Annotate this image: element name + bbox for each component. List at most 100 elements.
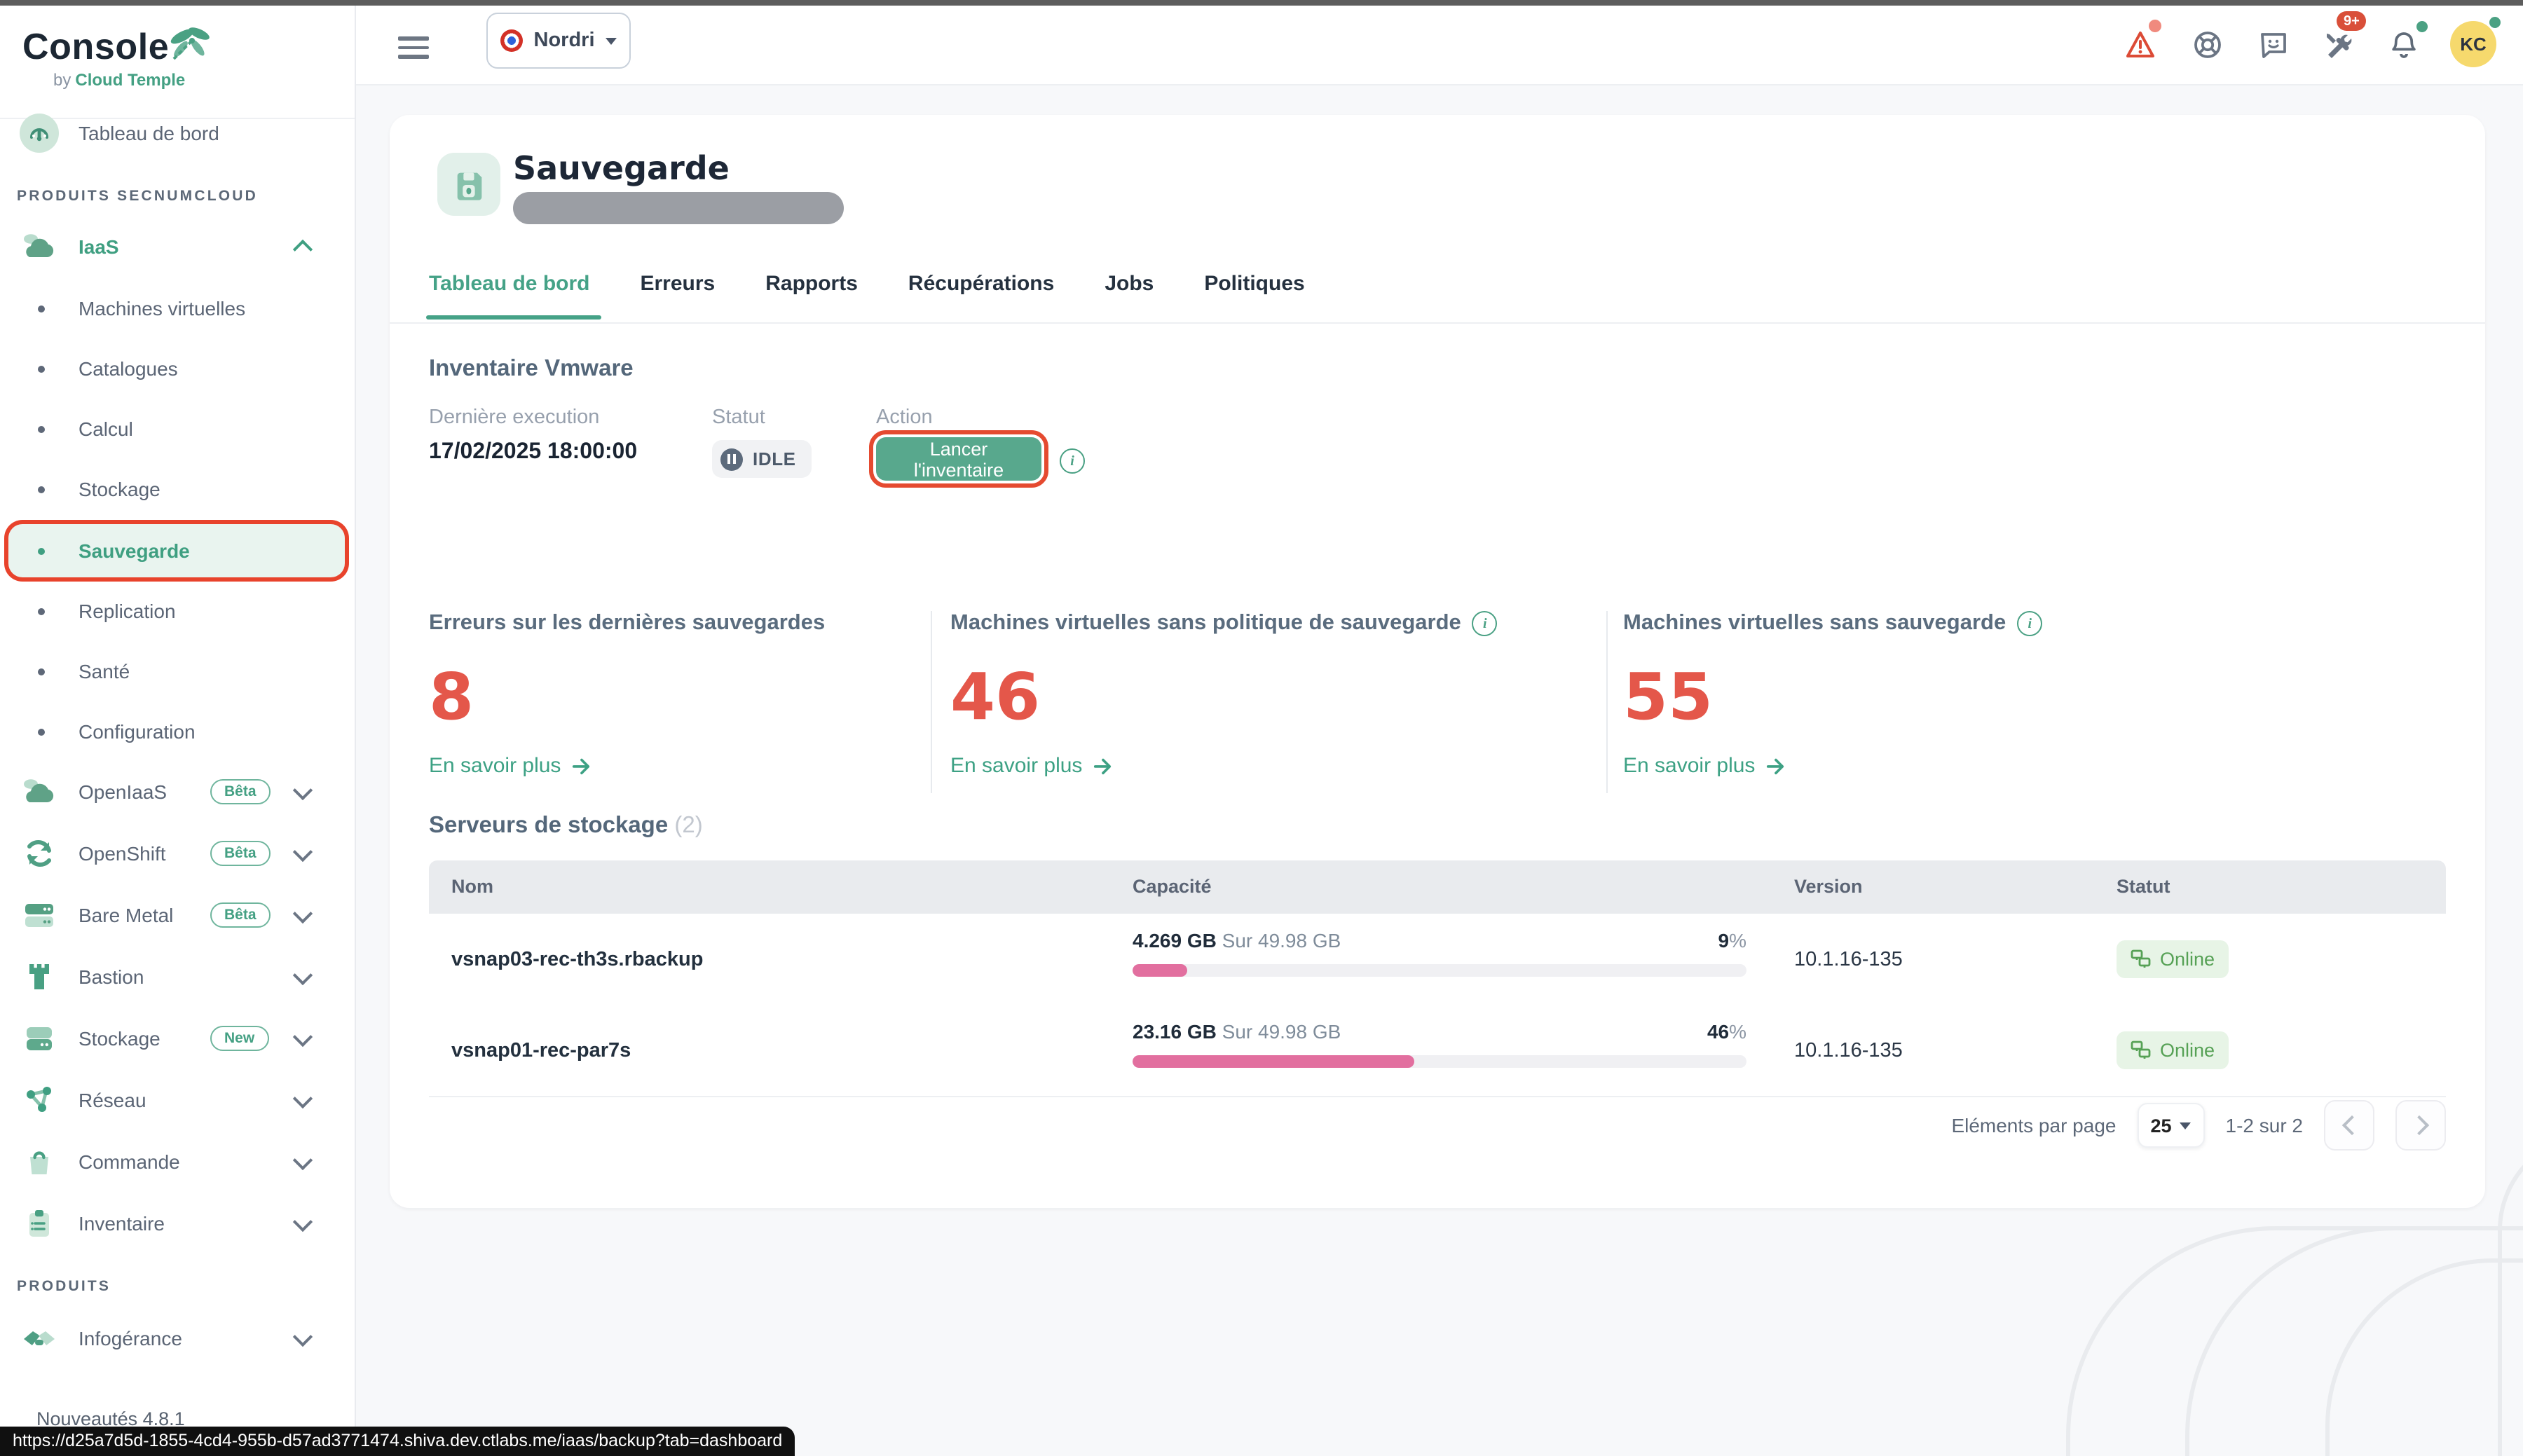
sidebar-item-label: Infogérance	[78, 1327, 182, 1349]
brand-logo[interactable]: Console byCloud Temple	[0, 6, 355, 119]
pagination: Eléments par page 25 1-2 sur 2	[1951, 1101, 2446, 1149]
capacity-total: Sur 49.98 GB	[1222, 929, 1341, 952]
window-top-strip	[0, 0, 2523, 6]
sidebar-item-openiaas[interactable]: OpenIaaS Bêta	[0, 767, 355, 817]
sidebar-item-sante[interactable]: Santé	[0, 646, 355, 696]
notifications-badge-dot	[2416, 21, 2428, 32]
page-icon-tile	[437, 153, 500, 216]
beta-badge: Bêta	[210, 902, 271, 928]
tools-icon[interactable]	[2321, 28, 2355, 62]
chevron-down-icon[interactable]	[293, 1326, 313, 1346]
sidebar-item-label: Bastion	[78, 966, 144, 988]
sidebar-item-stockage-iaas[interactable]: Stockage	[0, 464, 355, 514]
server-name: vsnap01-rec-par7s	[451, 1005, 631, 1096]
launch-inventory-button[interactable]: Lancer l'inventaire	[876, 437, 1041, 481]
tab-rapports[interactable]: Rapports	[765, 272, 858, 320]
chevron-up-icon[interactable]	[293, 240, 313, 259]
sidebar-item-stockage[interactable]: Stockage New	[0, 1013, 355, 1064]
tenant-flag-icon	[500, 29, 523, 52]
new-badge: New	[210, 1026, 268, 1051]
notifications-bell-icon[interactable]	[2387, 28, 2421, 62]
monitors-icon	[2131, 1040, 2152, 1061]
tools-count-badge: 9+	[2337, 11, 2367, 31]
status-online-label: Online	[2160, 1040, 2215, 1061]
brand-company: Cloud Temple	[75, 70, 185, 90]
inventory-heading: Inventaire Vmware	[429, 356, 634, 383]
chevron-right-icon	[2409, 1115, 2428, 1135]
next-page-button[interactable]	[2395, 1100, 2446, 1151]
bullet-icon	[38, 305, 45, 312]
tab-recuperations[interactable]: Récupérations	[908, 272, 1054, 320]
learn-more-label: En savoir plus	[1623, 754, 1755, 778]
tab-tableau-de-bord[interactable]: Tableau de bord	[429, 272, 589, 320]
chevron-down-icon[interactable]	[293, 903, 313, 923]
sidebar-item-dashboard[interactable]: Tableau de bord	[0, 108, 355, 158]
info-icon[interactable]: i	[1472, 611, 1498, 636]
brand-name: Console	[22, 25, 169, 69]
help-lifebuoy-icon[interactable]	[2191, 28, 2224, 62]
sidebar-item-replication[interactable]: Replication	[0, 586, 355, 636]
chevron-down-icon[interactable]	[293, 842, 313, 861]
alerts-warning-icon[interactable]	[2124, 28, 2157, 62]
capacity-percent: 46%	[1707, 1020, 1746, 1043]
sidebar-item-openshift[interactable]: OpenShift Bêta	[0, 828, 355, 879]
bullet-icon	[38, 668, 45, 675]
sidebar-item-label: OpenShift	[78, 842, 166, 865]
sidebar-section-secnumcloud: PRODUITS SECNUMCLOUD	[17, 188, 258, 205]
chevron-down-icon[interactable]	[293, 965, 313, 984]
tab-jobs[interactable]: Jobs	[1105, 272, 1154, 320]
tenant-selector[interactable]: Nordri	[486, 13, 631, 69]
bullet-icon	[38, 425, 45, 432]
stat-card-no-backup: Machines virtuelles sans sauvegardei 55 …	[1623, 611, 2268, 778]
sidebar-item-label: Stockage	[78, 1027, 160, 1050]
learn-more-link[interactable]: En savoir plus	[950, 754, 1595, 778]
sidebar-item-machines-virtuelles[interactable]: Machines virtuelles	[0, 283, 355, 334]
learn-more-link[interactable]: En savoir plus	[429, 754, 905, 778]
sidebar-item-label: Tableau de bord	[78, 122, 219, 144]
menu-toggle-button[interactable]	[398, 36, 429, 64]
table-row[interactable]: vsnap03-rec-th3s.rbackup 4.269 GB Sur 49…	[429, 914, 2446, 1006]
tab-politiques[interactable]: Politiques	[1204, 272, 1304, 320]
server-version: 10.1.16-135	[1794, 914, 1903, 1005]
chevron-left-icon	[2341, 1115, 2361, 1135]
avatar[interactable]: KC	[2450, 21, 2496, 67]
chevron-down-icon[interactable]	[293, 1026, 313, 1046]
sidebar-item-configuration[interactable]: Configuration	[0, 706, 355, 757]
sidebar-item-calcul[interactable]: Calcul	[0, 404, 355, 454]
prev-page-button[interactable]	[2324, 1100, 2374, 1151]
handshake-icon	[20, 1319, 59, 1358]
table-row[interactable]: vsnap01-rec-par7s 23.16 GB Sur 49.98 GB …	[429, 1005, 2446, 1097]
sidebar-item-bare-metal[interactable]: Bare Metal Bêta	[0, 890, 355, 940]
chevron-down-icon[interactable]	[293, 1150, 313, 1169]
sidebar-item-infogerance[interactable]: Infogérance	[0, 1313, 355, 1364]
cloud-icon	[20, 227, 59, 266]
feedback-chat-icon[interactable]	[2257, 28, 2290, 62]
stat-title: Erreurs sur les dernières sauvegardes	[429, 611, 825, 636]
sidebar-item-sauvegarde-active[interactable]: Sauvegarde	[8, 524, 345, 577]
capacity-bar	[1133, 964, 1746, 977]
bullet-icon	[38, 365, 45, 372]
info-icon[interactable]: i	[1060, 448, 1085, 474]
chevron-down-icon[interactable]	[293, 1211, 313, 1231]
arrow-right-icon	[1765, 755, 1786, 776]
network-icon	[20, 1080, 59, 1120]
info-icon[interactable]: i	[2017, 611, 2042, 636]
sidebar-item-label: Replication	[78, 600, 176, 622]
sidebar-item-iaas[interactable]: IaaS	[0, 221, 355, 272]
sidebar-item-label: Commande	[78, 1151, 180, 1173]
stat-divider	[931, 611, 932, 793]
status-url-tooltip: https://d25a7d5d-1855-4cd4-955b-d57ad377…	[0, 1427, 795, 1456]
learn-more-link[interactable]: En savoir plus	[1623, 754, 2268, 778]
tab-erreurs[interactable]: Erreurs	[640, 272, 715, 320]
app-window: Console byCloud Temple Tableau de bord P…	[0, 0, 2523, 1456]
capacity-percent: 9%	[1718, 929, 1747, 952]
sidebar-item-catalogues[interactable]: Catalogues	[0, 343, 355, 394]
sidebar-item-bastion[interactable]: Bastion	[0, 952, 355, 1002]
page-size-select[interactable]: 25	[2138, 1103, 2205, 1148]
sidebar-item-reseau[interactable]: Réseau	[0, 1075, 355, 1125]
sidebar-item-inventaire[interactable]: Inventaire	[0, 1198, 355, 1249]
chevron-down-icon[interactable]	[293, 780, 313, 799]
page-size-label: Eléments par page	[1951, 1114, 2116, 1136]
chevron-down-icon[interactable]	[293, 1088, 313, 1108]
sidebar-item-commande[interactable]: Commande	[0, 1136, 355, 1187]
